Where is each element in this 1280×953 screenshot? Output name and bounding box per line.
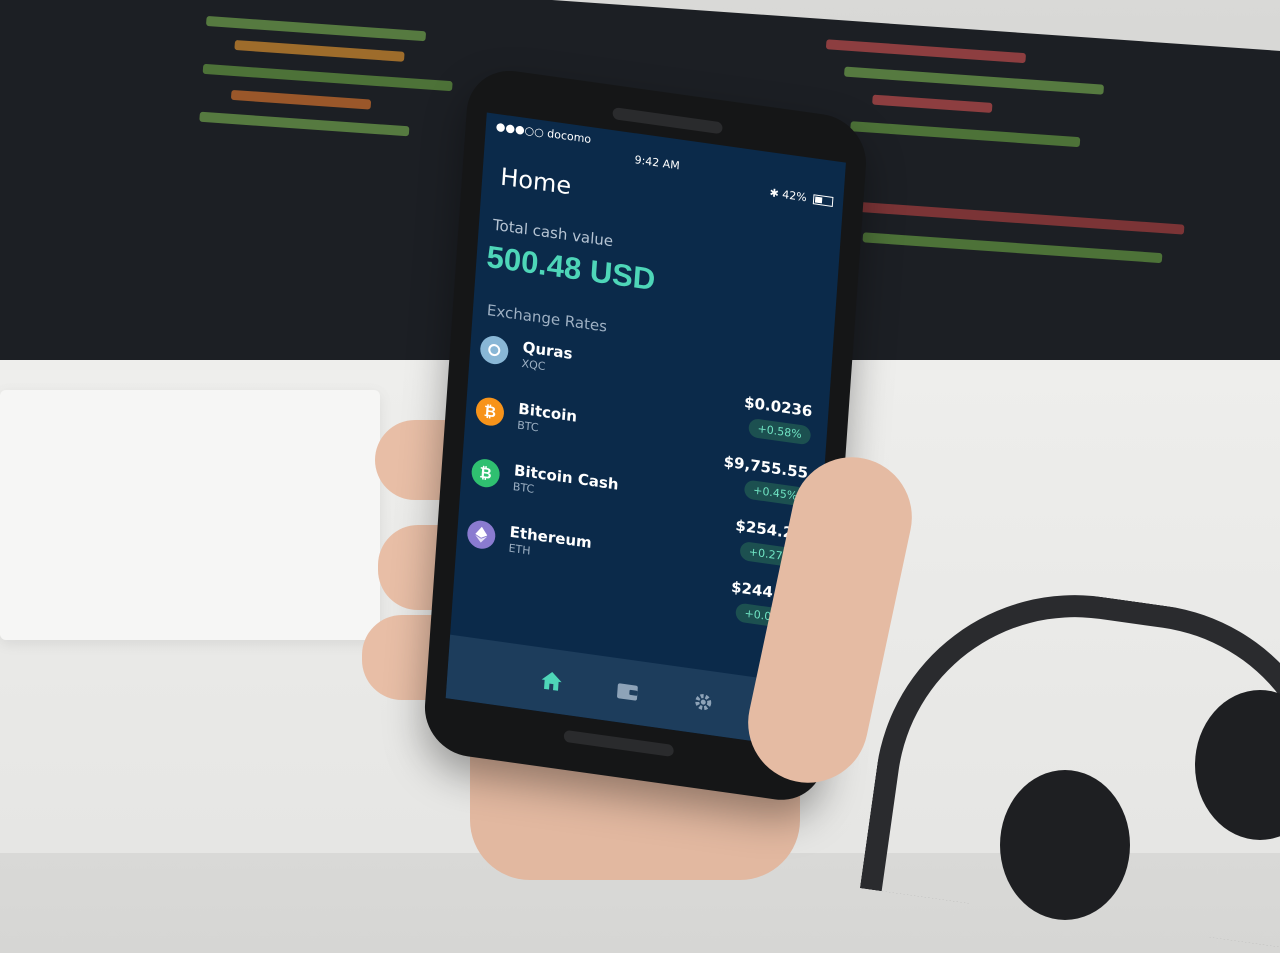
coin-price: $0.0236 xyxy=(743,393,813,421)
coin-symbol: BTC xyxy=(512,480,535,496)
home-icon xyxy=(541,671,562,691)
bitcoin-cash-icon: ₿ xyxy=(470,457,501,490)
carrier-label: ●●●○○ docomo xyxy=(495,119,592,147)
coin-price: $9,755.55 xyxy=(723,452,809,483)
earpiece xyxy=(612,107,723,135)
bitcoin-icon: ₿ xyxy=(475,395,505,428)
bluetooth-icon: ✱ xyxy=(769,186,780,201)
bottom-speaker xyxy=(563,729,675,758)
rates-list: Quras XQC $0.0236 +0.58% ₿ Bitcoin BTC $… xyxy=(454,327,830,630)
gear-icon xyxy=(695,694,712,711)
coin-symbol: BTC xyxy=(516,418,539,435)
paper-sheet xyxy=(0,390,380,640)
tab-wallet[interactable] xyxy=(615,678,641,705)
headphone-cup-left xyxy=(1000,770,1130,920)
ethereum-icon xyxy=(466,518,497,551)
coin-symbol: ETH xyxy=(508,541,531,558)
battery-icon xyxy=(812,194,834,207)
tab-home[interactable] xyxy=(539,667,565,694)
wallet-icon xyxy=(617,683,638,701)
tab-settings[interactable] xyxy=(690,689,716,716)
quras-icon xyxy=(479,334,510,366)
clock: 9:42 AM xyxy=(634,153,681,173)
coin-symbol: XQC xyxy=(521,356,546,374)
